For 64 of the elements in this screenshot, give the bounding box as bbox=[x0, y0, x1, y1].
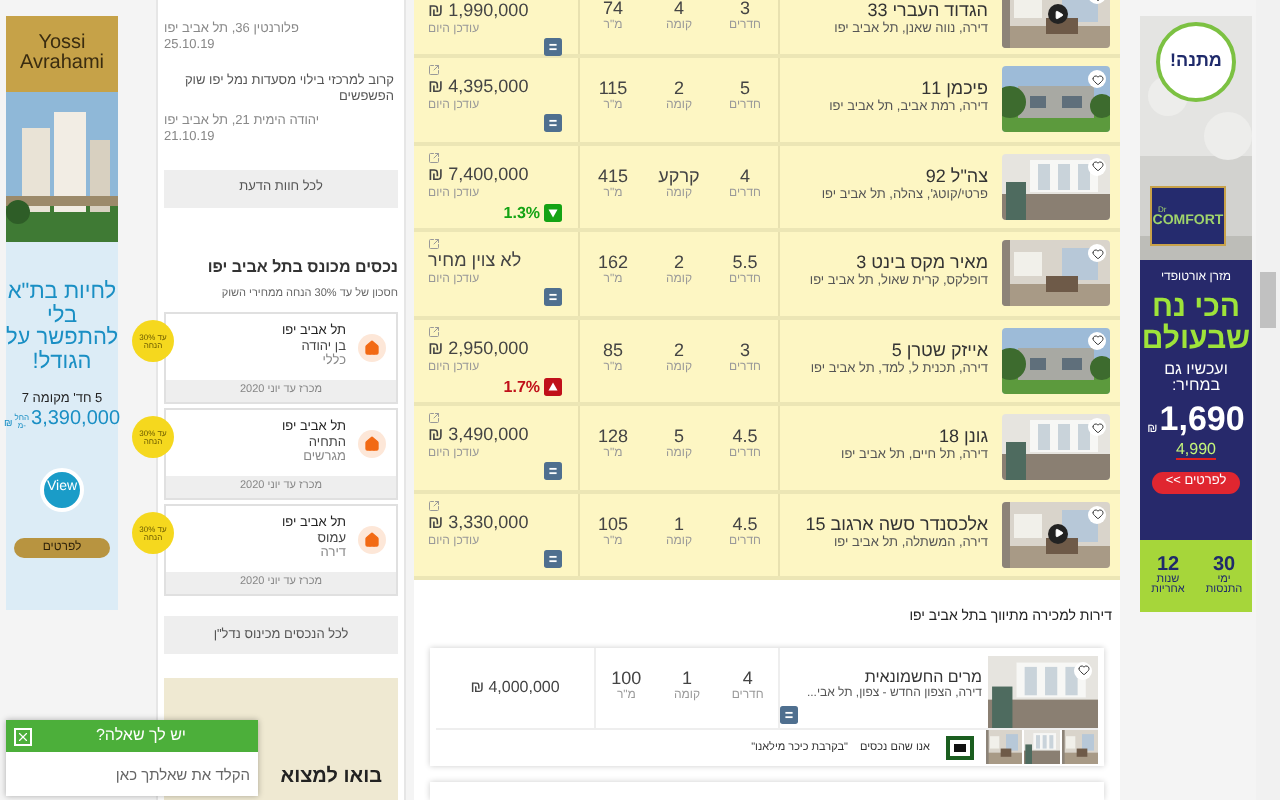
ad-subhead: ועכשיו גם במחיר: bbox=[1162, 361, 1230, 397]
listing-title[interactable]: פיכמן 11 bbox=[780, 78, 988, 101]
listing-price: 7,400,000 ₪ bbox=[428, 165, 531, 183]
spec-value: 2 bbox=[674, 341, 685, 359]
spec-value: 4.5 bbox=[732, 428, 758, 446]
listing-title[interactable]: מרים החשמונאית bbox=[780, 667, 982, 687]
spec-value: 5 bbox=[674, 428, 685, 446]
price-change: 1.3% bbox=[503, 201, 540, 225]
perk-number: 12 bbox=[1156, 555, 1180, 575]
spec-value: 1 bbox=[674, 515, 685, 533]
external-link-icon[interactable] bbox=[428, 412, 440, 424]
spec-value: 415 bbox=[597, 167, 629, 185]
spec-value: 128 bbox=[597, 428, 629, 446]
spec-value: 100 bbox=[611, 669, 642, 687]
section-title: נכסים מכונס בתל אביב יפו bbox=[205, 255, 400, 280]
house-icon bbox=[358, 333, 386, 361]
spec-value: 115 bbox=[598, 80, 628, 98]
external-link-icon[interactable] bbox=[428, 499, 440, 511]
spec-value: 4.5 bbox=[732, 515, 758, 533]
listing-title[interactable]: אייזק שטרן 5 bbox=[780, 339, 988, 362]
listing-price: לא צוין מחיר bbox=[428, 252, 524, 270]
spec-value: 4 bbox=[740, 167, 751, 185]
listing-price: 2,950,000 ₪ bbox=[428, 339, 531, 357]
spec-value: 4 bbox=[674, 0, 685, 18]
listing-title[interactable]: גונן 18 bbox=[780, 426, 988, 449]
ad-headline: לחיות בת"א בלי להתפשר על הגודל! bbox=[3, 282, 121, 375]
listing-price: 3,330,000 ₪ bbox=[428, 513, 531, 531]
spec-value: 85 bbox=[603, 341, 624, 359]
external-link-icon[interactable] bbox=[428, 238, 440, 250]
price-change: 1.7% bbox=[503, 375, 540, 399]
spec-value: 2 bbox=[674, 80, 685, 98]
listing-title[interactable]: מאיר מקס בינט 3 bbox=[780, 252, 988, 275]
house-icon bbox=[358, 525, 386, 553]
spec-value: 5.5 bbox=[732, 254, 758, 272]
external-link-icon[interactable] bbox=[428, 64, 440, 76]
spec-value: 5 bbox=[740, 80, 751, 98]
spec-value: 1 bbox=[682, 669, 693, 687]
close-icon[interactable] bbox=[14, 727, 32, 745]
house-icon bbox=[358, 429, 386, 457]
external-link-icon[interactable] bbox=[428, 151, 440, 163]
ad-headline: הכי נח שבעולם bbox=[1139, 292, 1253, 355]
brand-name: Avrahami bbox=[19, 54, 105, 74]
ad-price: 1,690 bbox=[1159, 402, 1245, 437]
spec-value: 2 bbox=[674, 254, 685, 272]
agency-logo bbox=[946, 733, 974, 762]
listing-title[interactable]: צה"ל 92 bbox=[780, 165, 988, 188]
brand-name: Yossi bbox=[38, 34, 86, 54]
old-price: 4,990 bbox=[1175, 442, 1217, 459]
listing-price: 4,395,000 ₪ bbox=[428, 78, 531, 96]
ad-price: 3,390,000 bbox=[31, 410, 121, 431]
external-link-icon[interactable] bbox=[428, 325, 440, 337]
listing-price: 3,490,000 ₪ bbox=[428, 426, 531, 444]
listing-title[interactable]: הגדוד העברי 33 bbox=[780, 0, 988, 23]
spec-value: 3 bbox=[740, 341, 751, 359]
spec-value: קרקע bbox=[658, 167, 700, 185]
spec-value: 4 bbox=[742, 669, 753, 687]
spec-value: 162 bbox=[597, 254, 629, 272]
perk-number: 30 bbox=[1212, 555, 1236, 575]
listing-price: 4,000,000 ₪ bbox=[470, 675, 560, 699]
listing-price: 1,990,000 ₪ bbox=[428, 2, 531, 20]
spec-value: 3 bbox=[740, 0, 751, 18]
spec-value: 105 bbox=[597, 515, 629, 533]
spec-value: 74 bbox=[603, 0, 624, 18]
listing-title[interactable]: אלכסנדר סשה ארגוב 15 bbox=[780, 513, 988, 536]
